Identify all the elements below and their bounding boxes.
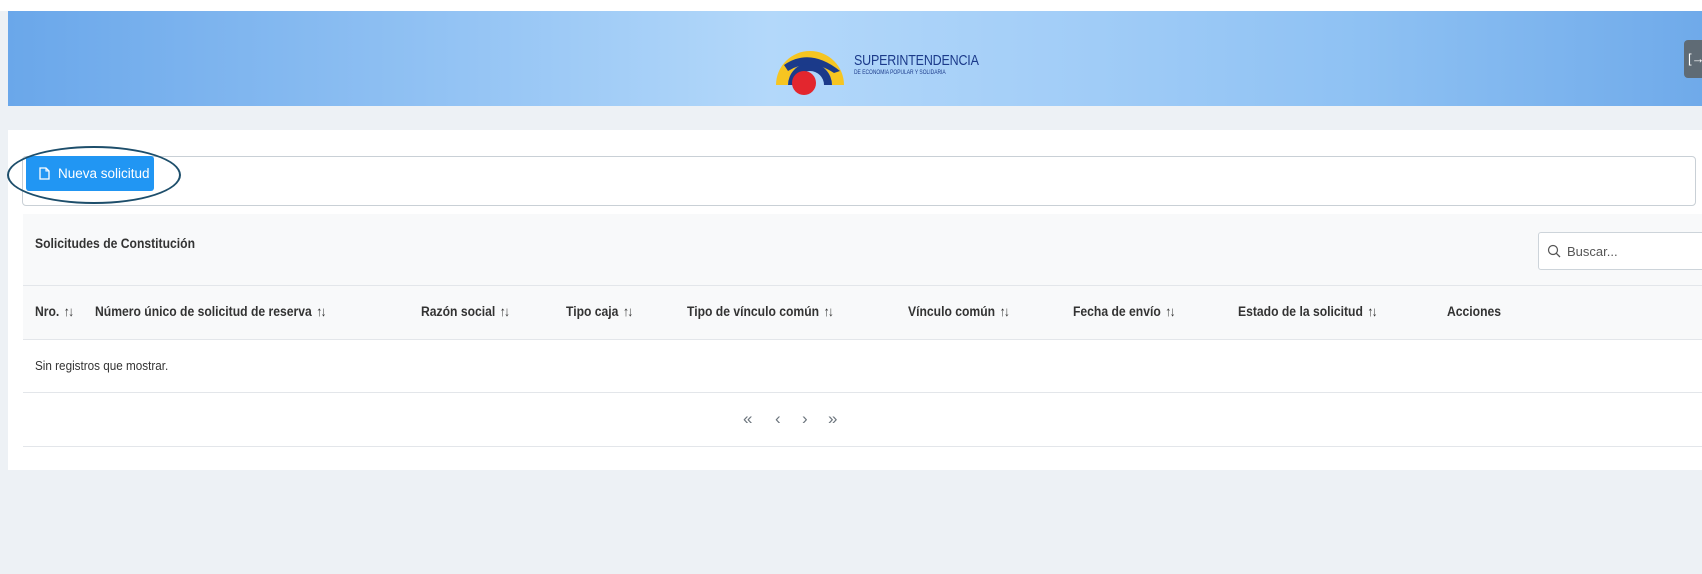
empty-message-row: Sin registros que mostrar.: [23, 340, 1702, 393]
search-input[interactable]: [1567, 243, 1697, 259]
logo-subtitle: DE ECONOMÍA POPULAR Y SOLIDARIA: [854, 69, 946, 76]
column-header-numero-unico[interactable]: Número único de solicitud de reserva ↑↓: [95, 304, 327, 319]
toolbar: [22, 156, 1696, 206]
file-icon: [39, 167, 50, 180]
search-icon: [1547, 244, 1561, 258]
sort-icon: ↑↓: [999, 304, 1010, 319]
column-header-tipo-vinculo[interactable]: Tipo de vínculo común ↑↓: [687, 304, 834, 319]
column-header-fecha-envio[interactable]: Fecha de envío ↑↓: [1073, 304, 1176, 319]
table-title: Solicitudes de Constitución: [35, 236, 195, 251]
new-request-label: Nueva solicitud: [58, 166, 150, 181]
top-band: [0, 0, 1702, 11]
sort-icon: ↑↓: [823, 304, 834, 319]
logout-button[interactable]: [→: [1684, 40, 1702, 78]
app-header: SUPERINTENDENCIA DE ECONOMÍA POPULAR Y S…: [8, 11, 1702, 106]
seps-logo: SUPERINTENDENCIA DE ECONOMÍA POPULAR Y S…: [774, 27, 994, 101]
search-field[interactable]: [1538, 232, 1702, 270]
column-header-vinculo-comun[interactable]: Vínculo común ↑↓: [908, 304, 1010, 319]
last-page-button[interactable]: »: [828, 409, 837, 429]
logo-emblem-icon: [774, 27, 846, 101]
sort-icon: ↑↓: [63, 304, 74, 319]
sort-icon: ↑↓: [316, 304, 326, 319]
column-header-acciones: Acciones: [1447, 304, 1502, 319]
logo-title: SUPERINTENDENCIA: [854, 52, 979, 69]
table-caption: Solicitudes de Constitución: [23, 214, 1702, 286]
requests-table: Solicitudes de Constitución Nro.↑↓ Númer…: [23, 214, 1702, 448]
paginator: « ‹ › »: [23, 393, 1702, 447]
first-page-button[interactable]: «: [743, 409, 752, 429]
next-page-button[interactable]: ›: [802, 409, 808, 429]
column-header-tipo-caja[interactable]: Tipo caja ↑↓: [566, 304, 633, 319]
column-header-nro[interactable]: Nro. ↑↓: [35, 304, 74, 319]
column-header-razon-social[interactable]: Razón social ↑↓: [421, 304, 510, 319]
sort-icon: ↑↓: [1367, 304, 1377, 319]
previous-page-button[interactable]: ‹: [775, 409, 781, 429]
table-header-row: Nro. ↑↓ Número único de solicitud de rese…: [23, 286, 1702, 340]
column-header-estado[interactable]: Estado de la solicitud ↑↓: [1238, 304, 1378, 319]
empty-message: Sin registros que mostrar.: [35, 358, 169, 373]
logout-icon: [→: [1688, 51, 1702, 66]
sort-icon: ↑↓: [499, 304, 510, 319]
sort-icon: ↑↓: [1165, 304, 1175, 319]
sort-icon: ↑↓: [622, 304, 633, 319]
new-request-button[interactable]: Nueva solicitud: [26, 156, 154, 191]
